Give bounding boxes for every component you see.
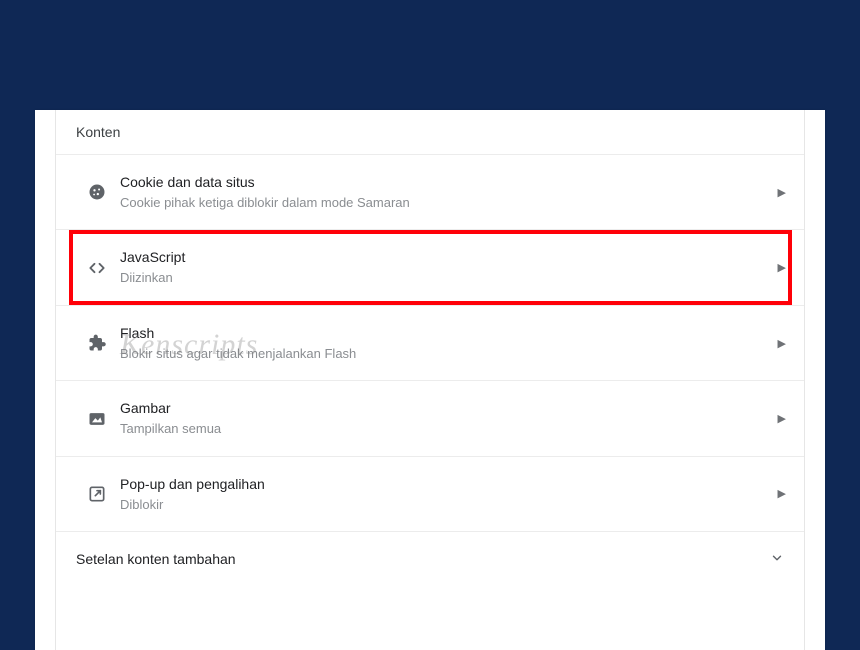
section-header-konten: Konten bbox=[56, 110, 804, 154]
row-text: Pop-up dan pengalihan Diblokir bbox=[120, 475, 762, 513]
row-cookies[interactable]: Cookie dan data situs Cookie pihak ketig… bbox=[56, 154, 804, 229]
row-popups[interactable]: Pop-up dan pengalihan Diblokir ▶ bbox=[56, 456, 804, 531]
settings-panel: Konten Cookie dan data situs Cookie piha… bbox=[35, 110, 825, 650]
row-subtitle: Diblokir bbox=[120, 496, 762, 514]
expand-label: Setelan konten tambahan bbox=[76, 550, 770, 569]
image-icon bbox=[74, 409, 120, 429]
chevron-right-icon: ▶ bbox=[762, 337, 786, 350]
settings-inner: Konten Cookie dan data situs Cookie piha… bbox=[55, 110, 805, 650]
cookie-icon bbox=[74, 182, 120, 202]
row-text: JavaScript Diizinkan bbox=[120, 248, 762, 286]
row-subtitle: Cookie pihak ketiga diblokir dalam mode … bbox=[120, 194, 762, 212]
row-text: Cookie dan data situs Cookie pihak ketig… bbox=[120, 173, 762, 211]
row-images[interactable]: Gambar Tampilkan semua ▶ bbox=[56, 380, 804, 455]
chevron-right-icon: ▶ bbox=[762, 487, 786, 500]
row-javascript[interactable]: JavaScript Diizinkan ▶ bbox=[56, 229, 804, 304]
row-title: JavaScript bbox=[120, 248, 762, 267]
row-subtitle: Diizinkan bbox=[120, 269, 762, 287]
chevron-right-icon: ▶ bbox=[762, 261, 786, 274]
chevron-down-icon bbox=[770, 551, 784, 568]
extension-icon bbox=[74, 333, 120, 353]
chevron-right-icon: ▶ bbox=[762, 186, 786, 199]
row-title: Cookie dan data situs bbox=[120, 173, 762, 192]
chevron-right-icon: ▶ bbox=[762, 412, 786, 425]
row-additional-content-settings[interactable]: Setelan konten tambahan bbox=[56, 531, 804, 587]
row-subtitle: Tampilkan semua bbox=[120, 420, 762, 438]
open-in-new-icon bbox=[74, 484, 120, 504]
row-title: Gambar bbox=[120, 399, 762, 418]
row-title: Pop-up dan pengalihan bbox=[120, 475, 762, 494]
row-title: Flash bbox=[120, 324, 762, 343]
row-text: Flash Blokir situs agar tidak menjalanka… bbox=[120, 324, 762, 362]
code-icon bbox=[74, 258, 120, 278]
row-flash[interactable]: Flash Blokir situs agar tidak menjalanka… bbox=[56, 305, 804, 380]
row-subtitle: Blokir situs agar tidak menjalankan Flas… bbox=[120, 345, 762, 363]
row-text: Gambar Tampilkan semua bbox=[120, 399, 762, 437]
